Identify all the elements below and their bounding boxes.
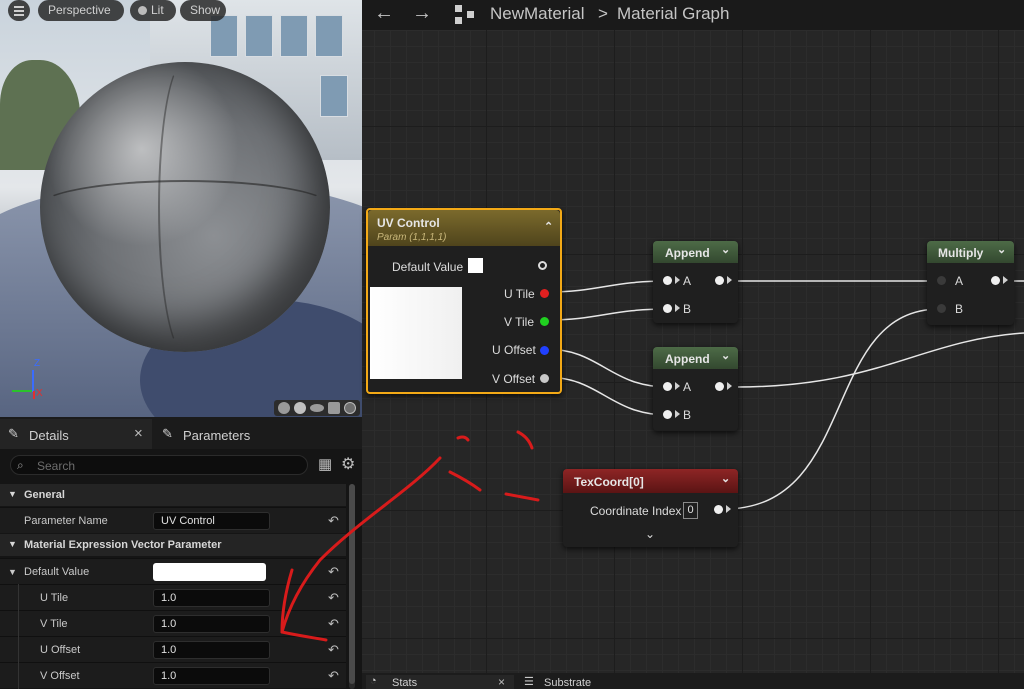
append-1-input-a-pin[interactable] (663, 276, 672, 285)
wire-u-tile (545, 280, 669, 293)
wire-u-offset (545, 348, 669, 388)
u-tile-output-pin[interactable] (540, 289, 549, 298)
node-texcoord-title: TexCoord[0] (574, 475, 644, 489)
coordinate-index-label: Coordinate Index (590, 504, 682, 518)
v-offset-output-label: V Offset (492, 372, 536, 386)
multiply-input-b-pin[interactable] (937, 304, 946, 313)
annotation-mark (516, 430, 534, 450)
u-offset-output-label: U Offset (492, 343, 536, 357)
bottom-tab-bar: ◔ Stats × ☰ Substrate (362, 673, 1024, 689)
chevron-up-icon[interactable]: ⌃ (544, 220, 553, 233)
v-offset-output-pin[interactable] (540, 374, 549, 383)
node-append-2[interactable]: Append ⌄ A B (653, 347, 738, 431)
stats-icon: ◔ (370, 675, 377, 687)
append-1-input-b-label: B (683, 302, 692, 316)
node-multiply-header[interactable]: Multiply ⌄ (927, 241, 1014, 263)
pin-arrow-icon (675, 276, 680, 284)
pin-arrow-icon (727, 382, 732, 390)
wire-texcoord-to-multiply (723, 308, 941, 510)
node-multiply[interactable]: Multiply ⌄ A B (927, 241, 1014, 325)
multiply-input-b-label: B (955, 302, 964, 316)
close-icon[interactable]: × (498, 675, 505, 689)
tab-stats-label: Stats (392, 677, 418, 689)
texcoord-output-pin[interactable] (714, 505, 723, 514)
node-append-2-header[interactable]: Append ⌄ (653, 347, 738, 369)
tab-substrate[interactable]: ☰ Substrate (522, 675, 632, 689)
default-value-swatch[interactable] (468, 258, 483, 273)
annotation-mark (504, 492, 540, 502)
node-texcoord[interactable]: TexCoord[0] ⌄ Coordinate Index 0 ⌄ (563, 469, 738, 547)
tab-stats[interactable]: ◔ Stats × (366, 675, 514, 689)
chevron-down-icon[interactable]: ⌄ (721, 243, 730, 256)
node-append-1-header[interactable]: Append ⌄ (653, 241, 738, 263)
node-uv-control-title: UV Control (377, 216, 440, 230)
append-1-output-pin[interactable] (715, 276, 724, 285)
pin-arrow-icon (726, 505, 731, 513)
default-value-pin-label: Default Value (392, 260, 464, 274)
pin-arrow-icon (1003, 276, 1008, 284)
node-append-1-title: Append (665, 246, 710, 260)
v-tile-output-label: V Tile (504, 315, 535, 329)
append-1-input-a-label: A (683, 274, 692, 288)
pin-arrow-icon (675, 410, 680, 418)
node-uv-control[interactable]: UV Control Param (1,1,1,1) ⌃ Default Val… (366, 208, 562, 394)
v-tile-output-pin[interactable] (540, 317, 549, 326)
chevron-down-icon[interactable]: ⌄ (721, 349, 730, 362)
annotation-mark (448, 470, 482, 492)
annotation-arrow-stroke (280, 630, 328, 642)
node-uv-control-header[interactable]: UV Control Param (1,1,1,1) ⌃ (368, 210, 560, 246)
multiply-output-pin[interactable] (991, 276, 1000, 285)
wire-v-tile (545, 308, 669, 321)
annotation-mark (456, 435, 470, 442)
append-2-output-pin[interactable] (715, 382, 724, 391)
chevron-down-icon[interactable]: ⌄ (997, 243, 1006, 256)
append-2-input-a-label: A (683, 380, 692, 394)
append-2-input-b-pin[interactable] (663, 410, 672, 419)
chevron-down-icon[interactable]: ⌄ (645, 527, 655, 541)
pin-arrow-icon (675, 382, 680, 390)
chevron-down-icon[interactable]: ⌄ (721, 472, 730, 485)
append-1-input-b-pin[interactable] (663, 304, 672, 313)
append-2-input-a-pin[interactable] (663, 382, 672, 391)
u-offset-output-pin[interactable] (540, 346, 549, 355)
node-append-1[interactable]: Append ⌄ A B (653, 241, 738, 323)
substrate-icon: ☰ (524, 676, 534, 688)
wire-append2-out (735, 332, 1024, 388)
u-tile-output-label: U Tile (504, 287, 535, 301)
annotation-arrow-stroke (280, 568, 294, 634)
append-2-input-b-label: B (683, 408, 692, 422)
pin-arrow-icon (675, 304, 680, 312)
node-uv-control-subtitle: Param (1,1,1,1) (377, 232, 447, 243)
multiply-input-a-label: A (955, 274, 964, 288)
wire-v-offset (545, 376, 669, 416)
node-multiply-title: Multiply (938, 246, 984, 260)
node-append-2-title: Append (665, 352, 710, 366)
default-value-input-pin[interactable] (538, 261, 547, 270)
tab-substrate-label: Substrate (544, 677, 592, 689)
pin-arrow-icon (727, 276, 732, 284)
coordinate-index-input[interactable]: 0 (683, 502, 698, 519)
multiply-input-a-pin[interactable] (937, 276, 946, 285)
node-texcoord-header[interactable]: TexCoord[0] ⌄ (563, 469, 738, 493)
color-preview (370, 287, 462, 379)
annotation-arrow-stroke (280, 456, 442, 634)
